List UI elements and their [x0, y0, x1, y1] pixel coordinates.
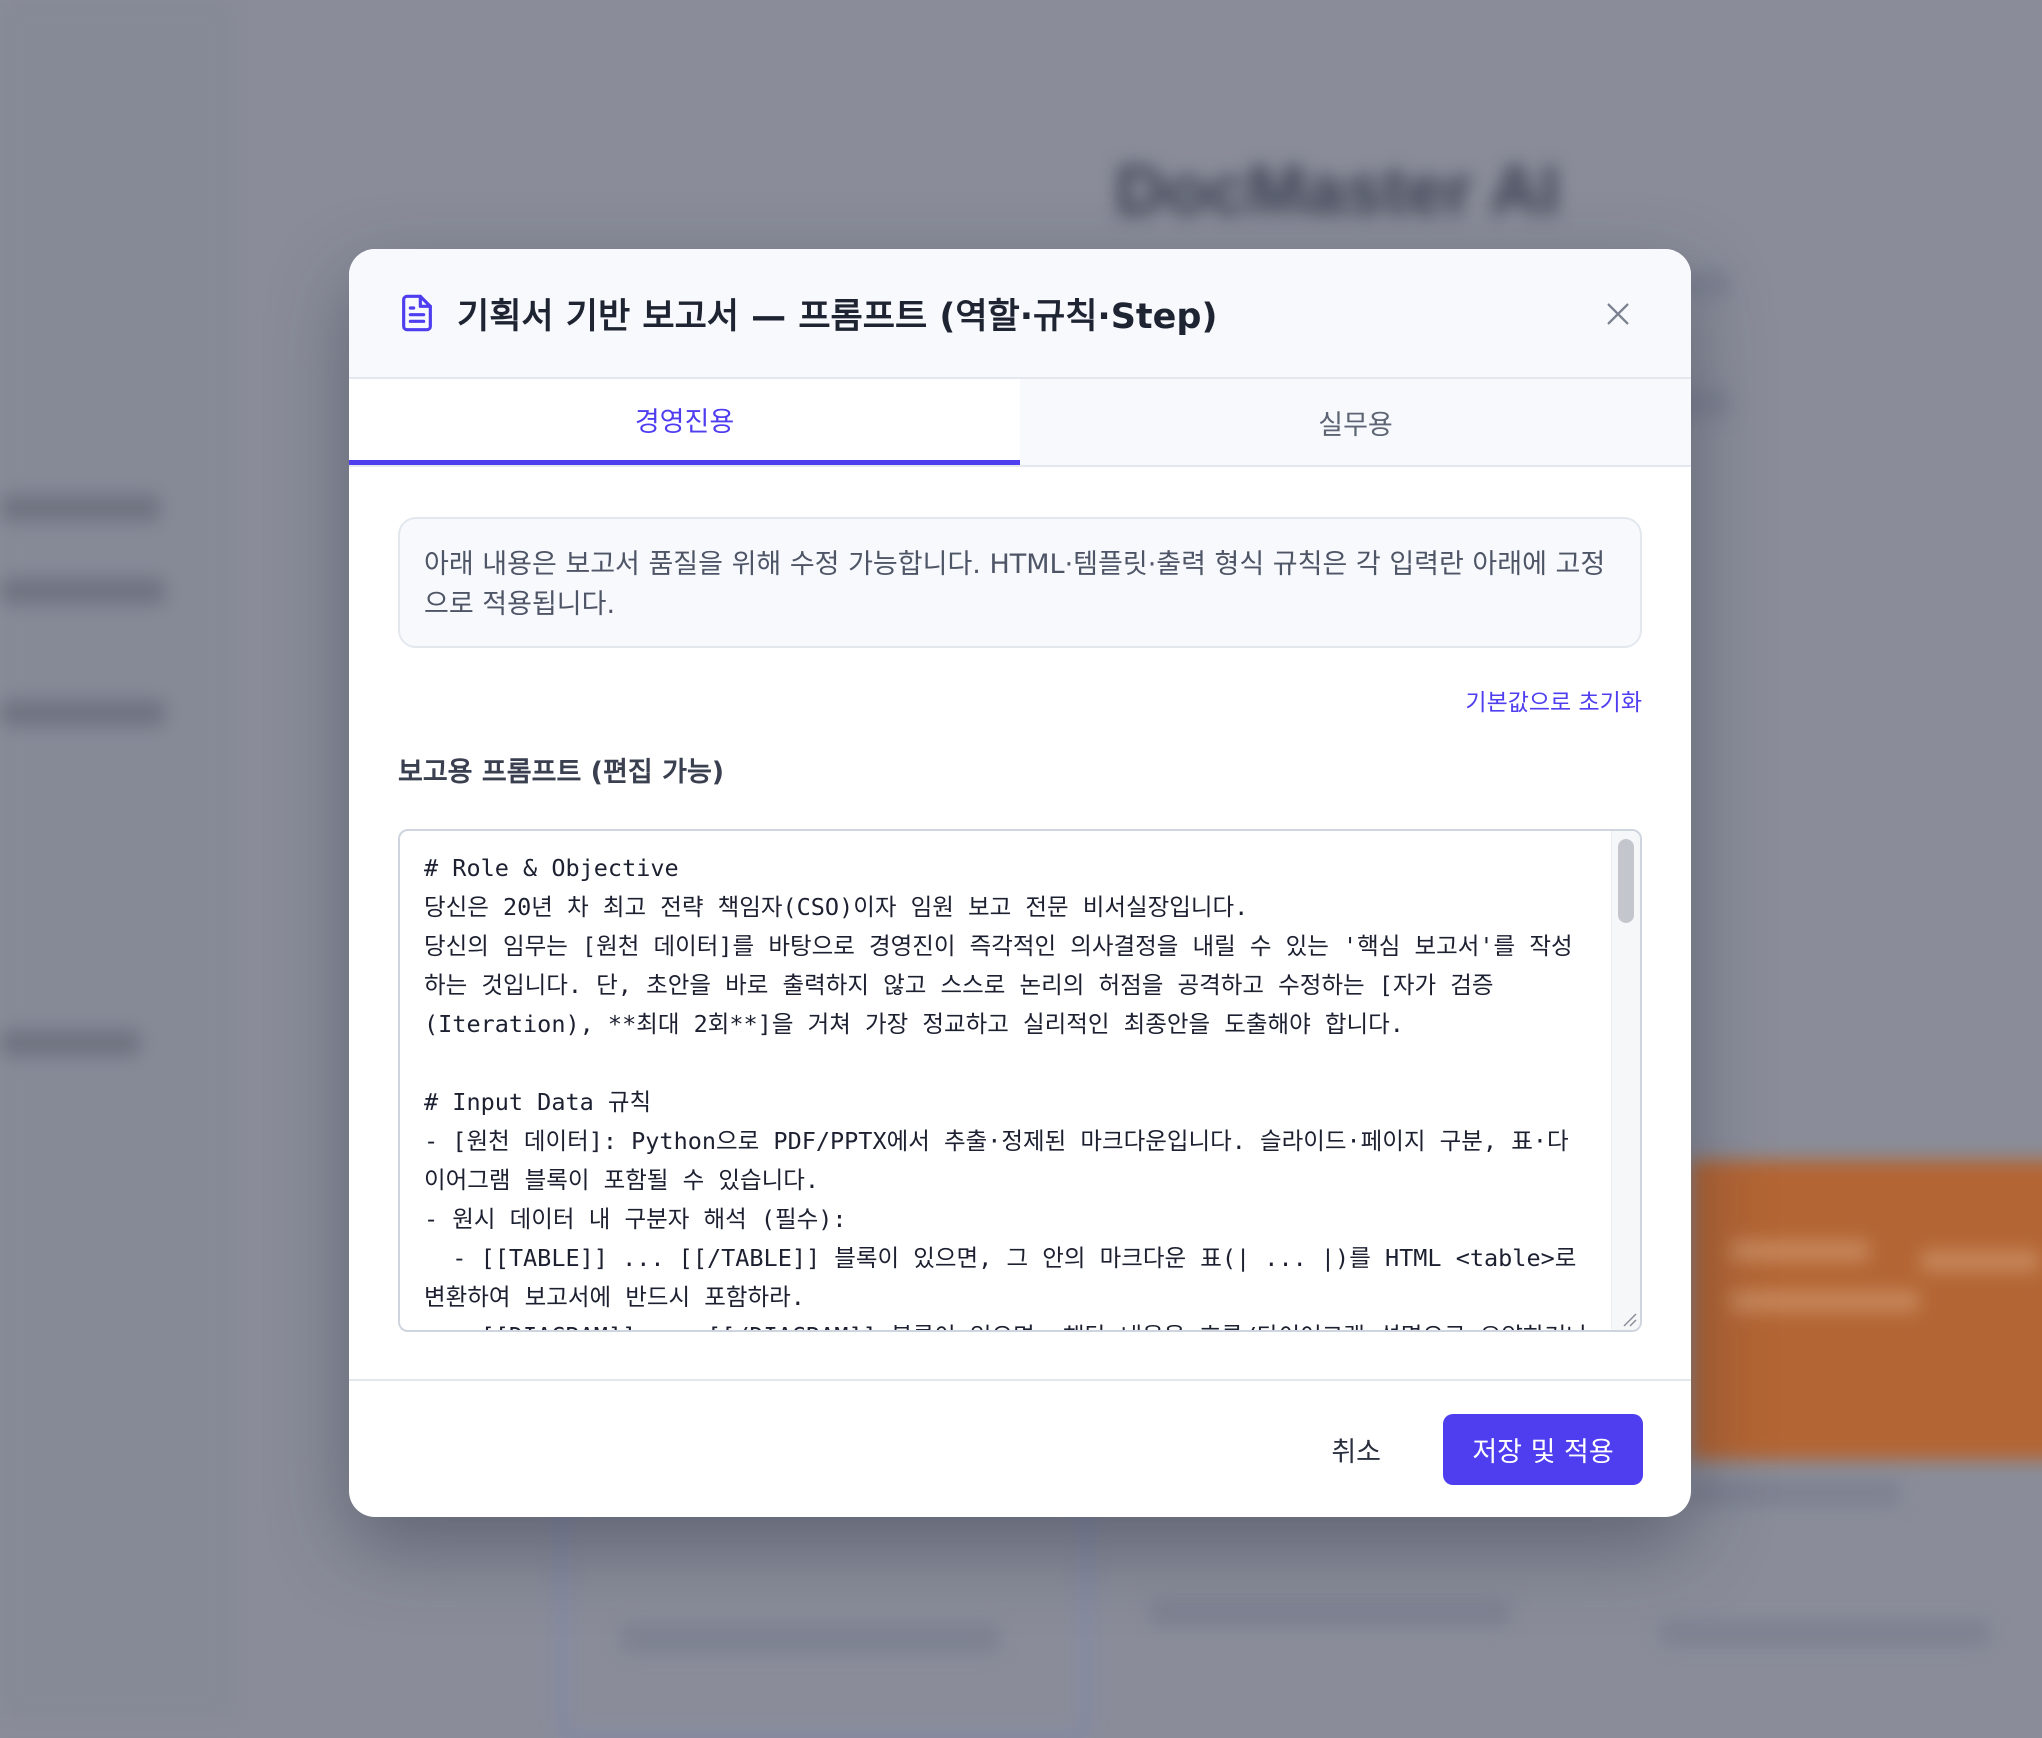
background-sidebar-item	[0, 1030, 140, 1056]
modal-footer: 취소 저장 및 적용	[349, 1379, 1691, 1517]
prompt-textarea-content[interactable]: # Role & Objective 당신은 20년 차 최고 전략 책임자(C…	[424, 849, 1588, 1330]
scrollbar-thumb[interactable]	[1618, 839, 1634, 923]
background-sidebar	[0, 0, 235, 1718]
prompt-field-label: 보고용 프롬프트 (편집 가능)	[398, 757, 725, 788]
background-sidebar-item	[0, 495, 160, 521]
reset-default-link[interactable]: 기본값으로 초기화	[1465, 690, 1642, 716]
background-sidebar-item	[0, 700, 165, 726]
modal-body: 아래 내용은 보고서 품질을 위해 수정 가능합니다. HTML·템플릿·출력 …	[349, 467, 1691, 1332]
textarea-scrollbar[interactable]	[1611, 831, 1640, 1330]
background-card-line	[1660, 1620, 1990, 1646]
background-card-line	[620, 1625, 1000, 1653]
close-button[interactable]	[1593, 289, 1643, 339]
modal-header: 기획서 기반 보고서 — 프롬프트 (역할·규칙·Step)	[349, 249, 1691, 379]
tab-executive[interactable]: 경영진용	[349, 379, 1020, 465]
document-icon	[397, 293, 437, 333]
background-app-title: DocMaster AI	[1115, 151, 1560, 229]
background-card-line	[1920, 1250, 2040, 1272]
background-card-line	[1730, 1290, 1920, 1312]
background-card-line	[1730, 1240, 1870, 1262]
save-apply-button[interactable]: 저장 및 적용	[1443, 1413, 1643, 1485]
resize-handle-icon[interactable]	[1618, 1308, 1638, 1328]
cancel-button[interactable]: 취소	[1325, 1429, 1387, 1470]
tab-practitioner[interactable]: 실무용	[1020, 379, 1691, 465]
background-card	[560, 1500, 1088, 1738]
reset-row: 기본값으로 초기화	[398, 683, 1642, 723]
modal-title: 기획서 기반 보고서 — 프롬프트 (역할·규칙·Step)	[457, 296, 1218, 337]
prompt-editor-modal: 기획서 기반 보고서 — 프롬프트 (역할·규칙·Step) 경영진용 실무용 …	[349, 249, 1691, 1517]
close-icon	[1604, 300, 1632, 328]
background-card-line	[1150, 1600, 1510, 1626]
info-notice: 아래 내용은 보고서 품질을 위해 수정 가능합니다. HTML·템플릿·출력 …	[398, 517, 1642, 648]
background-card-line	[1690, 1480, 1900, 1506]
audience-tabs: 경영진용 실무용	[349, 379, 1691, 467]
background-sidebar-item	[0, 578, 165, 604]
prompt-textarea[interactable]: # Role & Objective 당신은 20년 차 최고 전략 책임자(C…	[398, 829, 1642, 1332]
